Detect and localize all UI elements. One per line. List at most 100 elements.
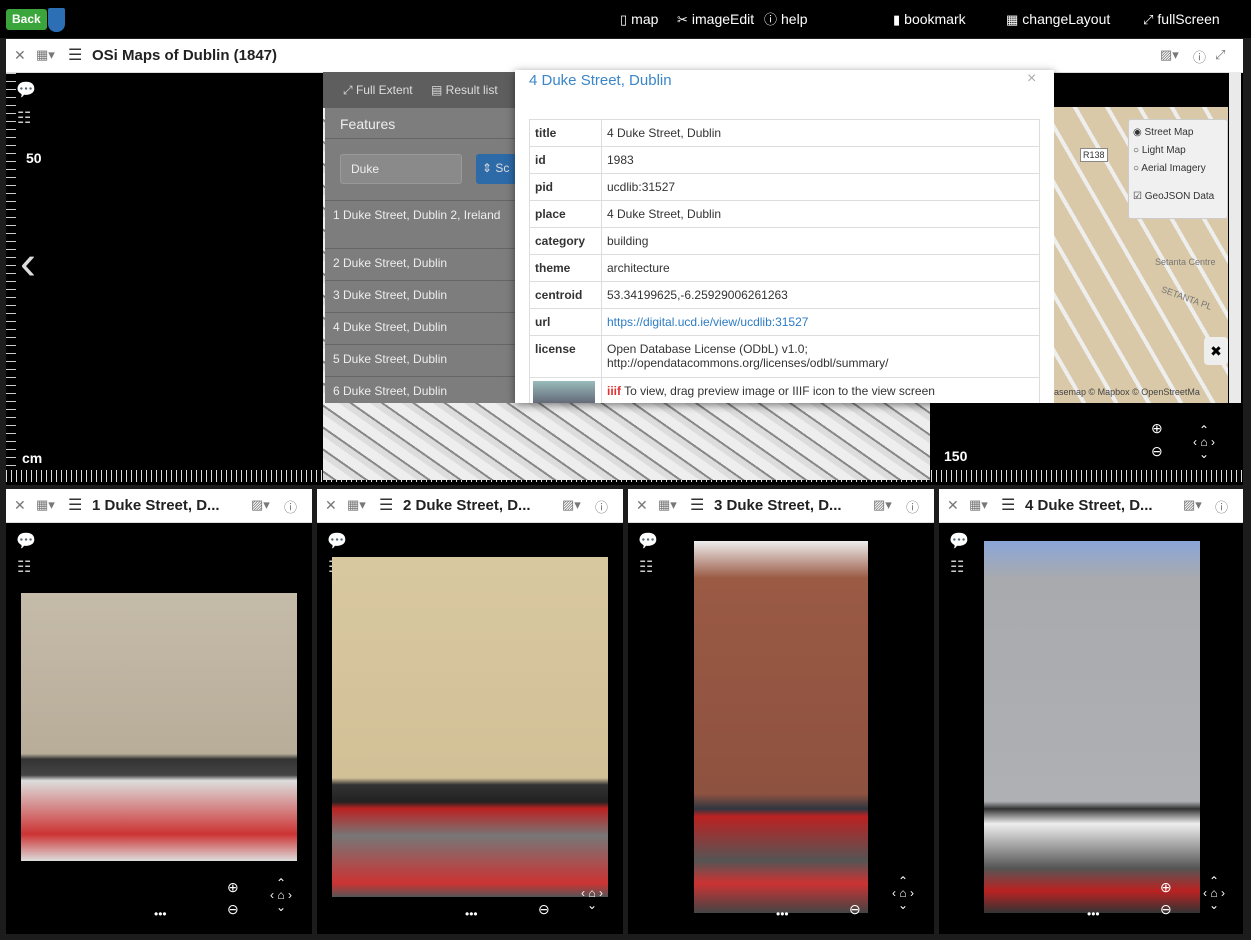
feature-item[interactable]: 5 Duke Street, Dublin [325,344,515,376]
info-icon[interactable]: ⓘ [1193,47,1206,66]
feature-item[interactable]: 1 Duke Street, Dublin 2, Ireland [325,200,515,248]
zoom-in-icon[interactable]: ⊕ [1151,420,1163,437]
more-icon[interactable]: ••• [776,907,789,921]
preview-thumbnail[interactable] [533,381,595,403]
previous-chevron-icon[interactable]: ‹ [20,240,36,288]
sliders-icon[interactable]: ☷ [17,557,31,577]
feature-item[interactable]: 2 Duke Street, Dublin [325,248,515,280]
window-layout-icon[interactable]: ▦▾ [969,497,988,513]
ruler-mark-50: 50 [26,150,42,166]
popup-close-button[interactable]: × [1027,70,1036,88]
more-icon[interactable]: ••• [465,907,478,921]
close-map-icon[interactable]: ✖ [1204,337,1228,365]
overlay-geojson[interactable]: ☑ GeoJSON Data [1133,191,1214,202]
info-icon[interactable]: ⓘ [595,497,608,516]
window-layout-icon[interactable]: ▦▾ [347,497,366,513]
close-window-icon[interactable]: ✕ [636,497,648,514]
close-window-icon[interactable]: ✕ [325,497,337,514]
close-window-icon[interactable]: ✕ [14,497,26,514]
info-icon[interactable]: ⓘ [284,497,297,516]
bookmark-button[interactable]: ▮ bookmark [893,9,966,29]
building-photo[interactable] [21,593,297,861]
street-map[interactable]: ◉ Street Map ○ Light Map ○ Aerial Imager… [1054,107,1228,403]
feature-item[interactable]: 6 Duke Street, Dublin [325,376,515,408]
image-view-icon[interactable]: ▨▾ [251,497,270,513]
table-row: title 4 Duke Street, Dublin [529,119,1040,147]
top-toolbar: Back ▯ map ✂ imageEdit ⓘ help ▮ bookmark ▦ ch… [0,0,1251,38]
more-icon[interactable]: ••• [1087,907,1100,921]
image-edit-icon: ✂ [677,12,688,27]
image-edit-label: imageEdit [691,11,755,27]
layer-light-map[interactable]: ○ Light Map [1133,145,1186,156]
layer-aerial-imagery[interactable]: ○ Aerial Imagery [1133,163,1206,174]
image-view-icon[interactable]: ▨▾ [562,497,581,513]
change-layout-button[interactable]: ▦ changeLayout [1006,9,1110,29]
zoom-in-icon[interactable]: ⊕ [1160,879,1172,896]
table-row: iiif To view, drag preview image or IIIF… [529,377,1040,403]
pan-control-icon[interactable]: ⌃ ‹ ⌂ › ⌄ [1191,875,1237,911]
vertical-ruler [6,73,16,473]
fullscreen-label: fullScreen [1157,11,1220,27]
sliders-icon[interactable]: ☷ [17,108,31,128]
building-photo[interactable] [694,541,868,913]
result-list-button[interactable]: ▤ Result list [431,83,498,97]
pan-control-icon[interactable]: ⌃ ‹ ⌂ › ⌄ [1181,424,1227,460]
close-window-icon[interactable]: ✕ [947,497,959,514]
full-extent-button[interactable]: ⤢ Full Extent [343,83,413,98]
features-search-input[interactable]: Duke [340,154,462,184]
menu-icon[interactable]: ☰ [379,495,393,515]
back-button[interactable]: Back [6,9,47,30]
layer-street-map[interactable]: ◉ Street Map [1133,127,1193,138]
menu-icon[interactable]: ☰ [68,45,82,65]
map-icon: ▯ [620,12,628,27]
menu-icon[interactable]: ☰ [68,495,82,515]
iiif-icon[interactable]: iiif [607,384,621,398]
window-layout-icon[interactable]: ▦▾ [36,47,55,63]
sliders-icon[interactable]: ☷ [950,557,964,577]
table-row: url https://digital.ucd.ie/view/ucdlib:31… [529,308,1040,336]
sliders-icon[interactable]: ☷ [639,557,653,577]
main-window-title: OSi Maps of Dublin (1847) [92,47,278,64]
building-photo[interactable] [984,541,1200,913]
pan-control-icon[interactable]: ⌃ ‹ ⌂ › ⌄ [880,875,926,911]
search-button[interactable]: ⇕ Sc [476,154,516,184]
fullscreen-button[interactable]: ⤢ fullScreen [1143,9,1220,29]
zoom-out-icon[interactable]: ⊖ [227,901,239,918]
zoom-out-icon[interactable]: ⊖ [1160,901,1172,918]
building-photo[interactable] [332,557,608,897]
comments-icon[interactable]: 💬 [16,80,36,100]
pan-control-icon[interactable]: ‹ ⌂ › ⌄ [569,887,615,911]
info-icon[interactable]: ⓘ [906,497,919,516]
feature-item[interactable]: 3 Duke Street, Dublin [325,280,515,312]
window-title: 4 Duke Street, D... [1025,497,1153,514]
zoom-out-icon[interactable]: ⊖ [1151,443,1163,460]
image-edit-button[interactable]: ✂ imageEdit [677,9,754,29]
image-view-icon[interactable]: ▨▾ [1160,47,1179,63]
info-icon[interactable]: ⓘ [1215,497,1228,516]
comments-icon[interactable]: 💬 [327,531,347,551]
url-link[interactable]: https://digital.ucd.ie/view/ucdlib:31527 [601,308,1040,336]
comments-icon[interactable]: 💬 [949,531,969,551]
zoom-out-icon[interactable]: ⊖ [849,901,861,918]
scrollbar[interactable] [1229,72,1241,403]
pan-control-icon[interactable]: ⌃ ‹ ⌂ › ⌄ [258,877,304,913]
zoom-in-icon[interactable]: ⊕ [227,879,239,896]
popup-title: 4 Duke Street, Dublin [529,72,672,89]
close-window-icon[interactable]: ✕ [14,47,26,64]
window-layout-icon[interactable]: ▦▾ [658,497,677,513]
zoom-out-icon[interactable]: ⊖ [538,901,550,918]
map-label: map [631,11,659,27]
help-button[interactable]: ⓘ help [764,9,807,29]
window-layout-icon[interactable]: ▦▾ [36,497,55,513]
image-view-icon[interactable]: ▨▾ [1183,497,1202,513]
ucd-logo [48,8,65,32]
map-button[interactable]: ▯ map [620,9,658,29]
comments-icon[interactable]: 💬 [16,531,36,551]
feature-item[interactable]: 4 Duke Street, Dublin [325,312,515,344]
more-icon[interactable]: ••• [154,907,167,921]
expand-icon[interactable]: ⤢ [1215,47,1225,63]
image-view-icon[interactable]: ▨▾ [873,497,892,513]
menu-icon[interactable]: ☰ [690,495,704,515]
menu-icon[interactable]: ☰ [1001,495,1015,515]
comments-icon[interactable]: 💬 [638,531,658,551]
